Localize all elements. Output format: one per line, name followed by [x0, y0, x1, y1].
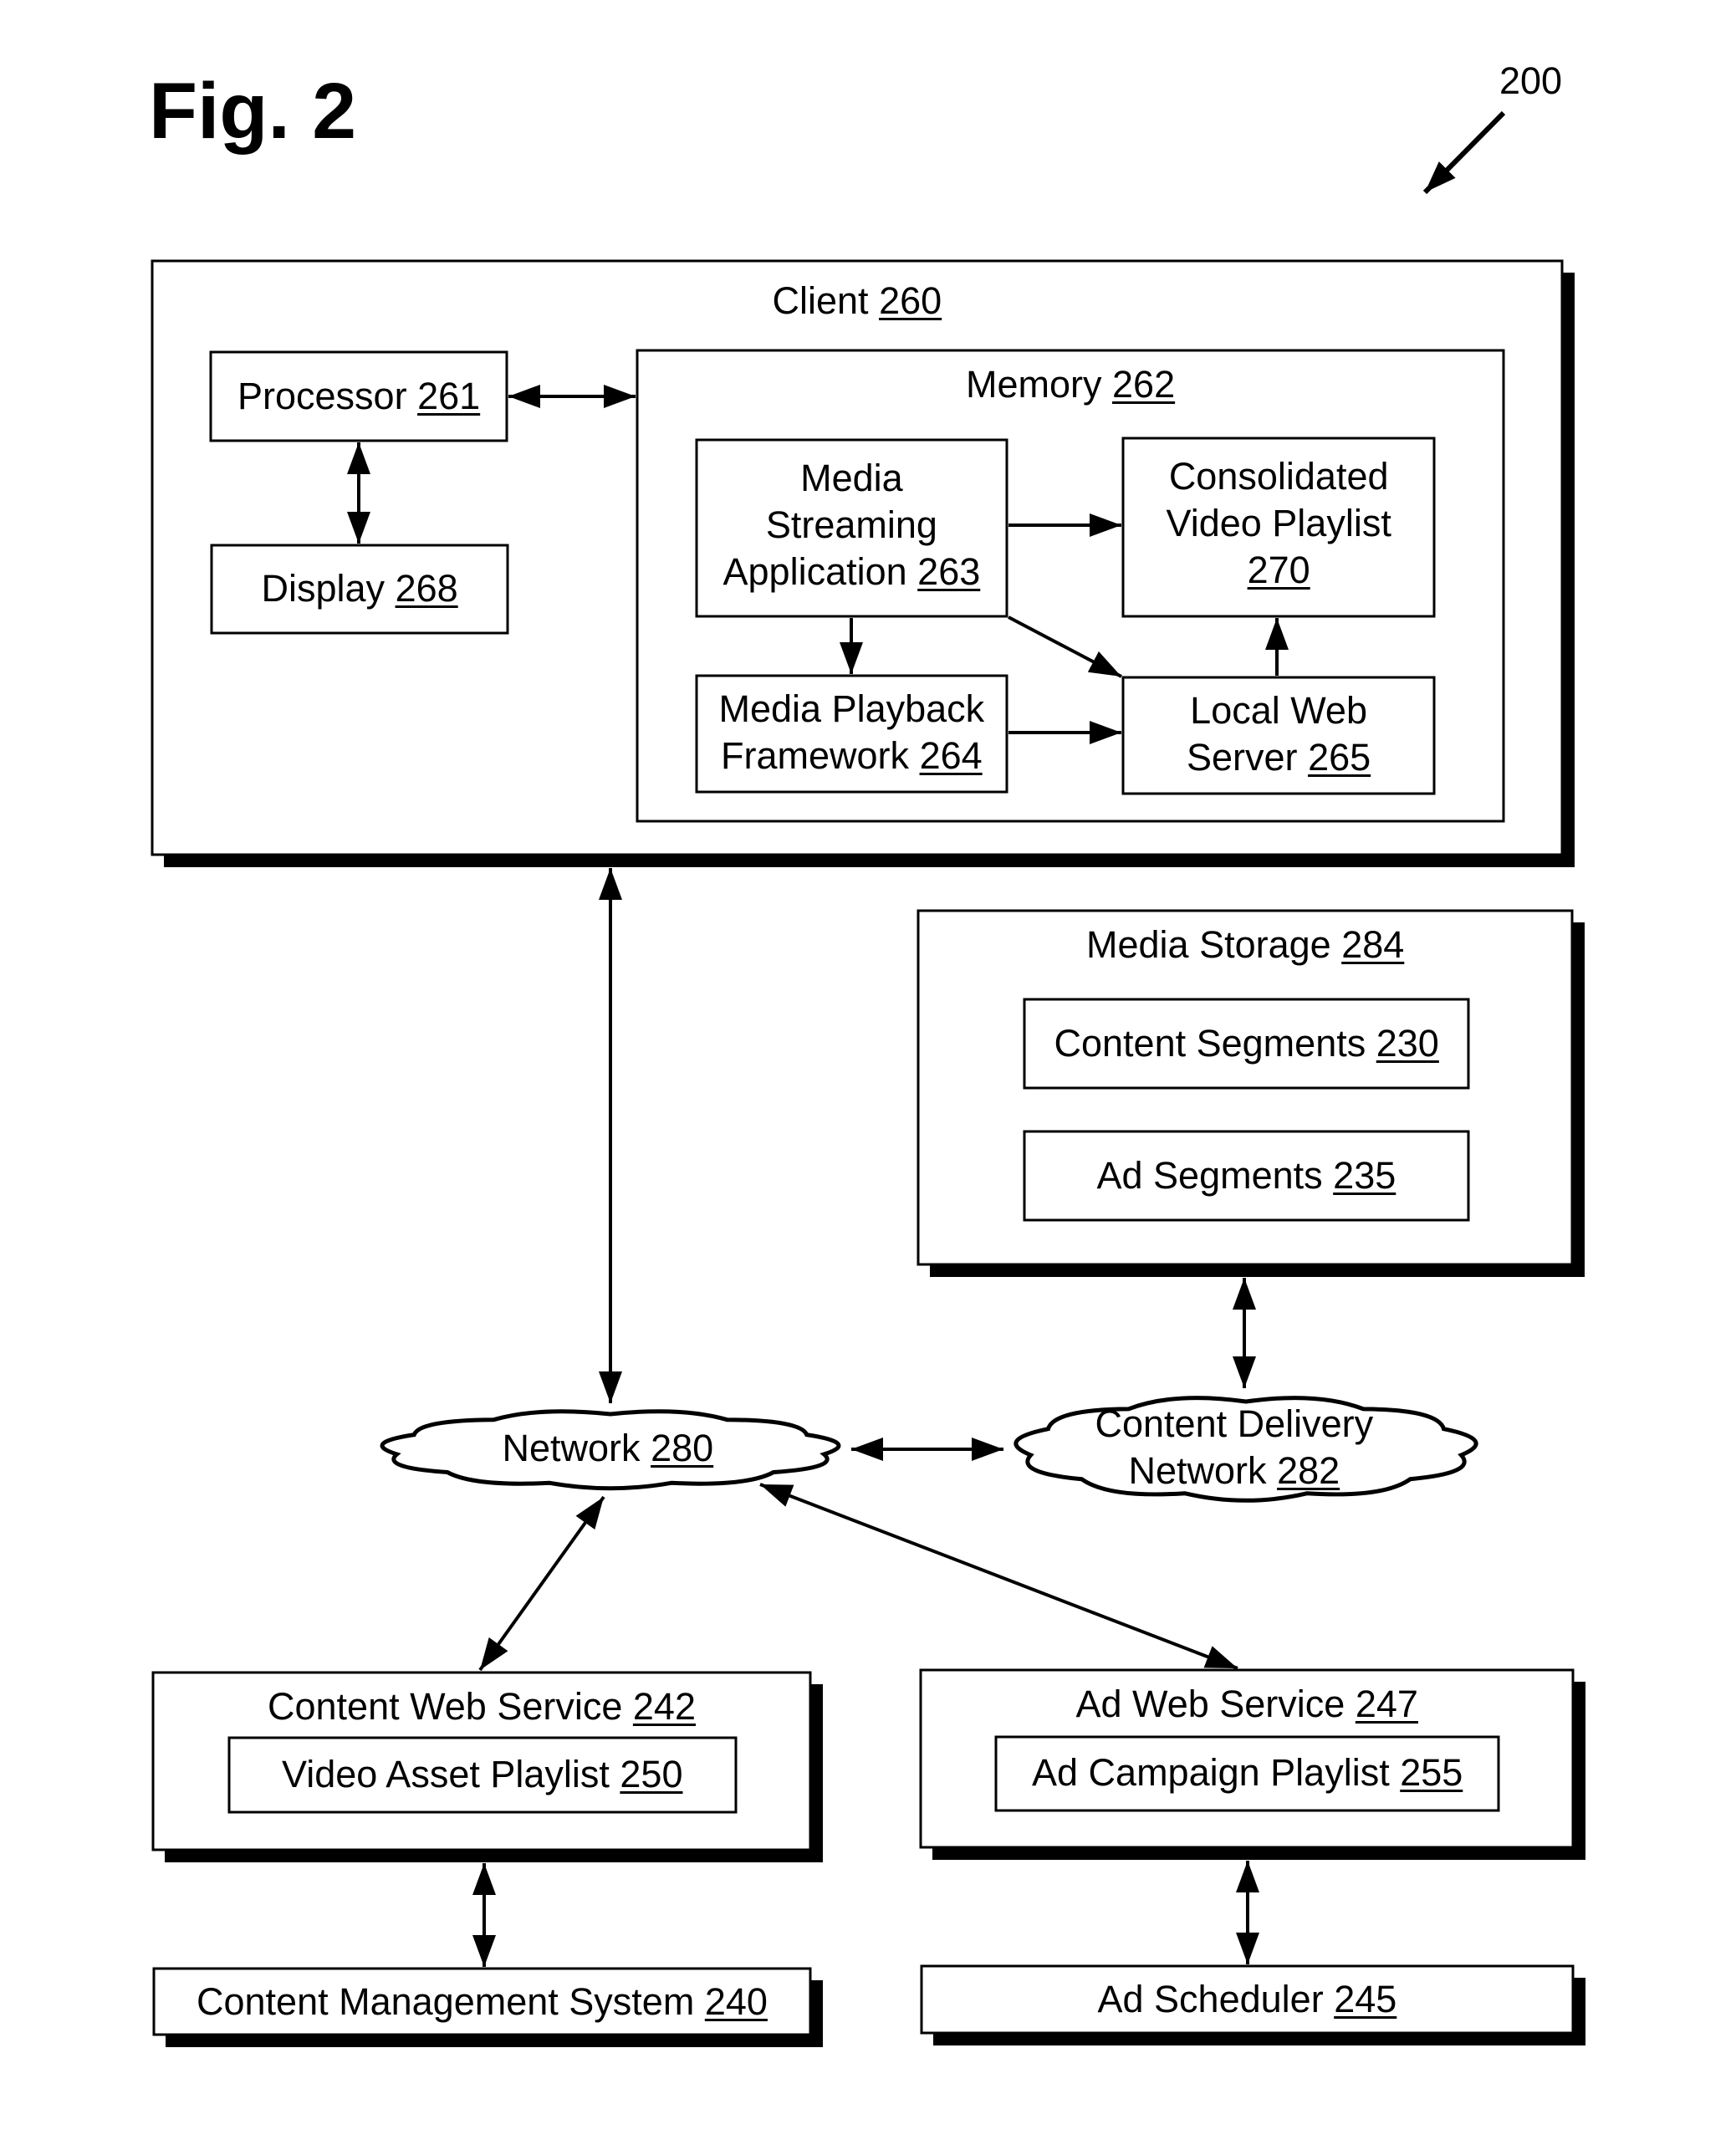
reference-number: 240 — [704, 1980, 768, 2023]
label-text: Ad Scheduler — [1097, 1978, 1324, 2020]
memory-label: Memory 262 — [966, 361, 1175, 408]
content-segments-label: Content Segments 230 — [1054, 1020, 1439, 1067]
reference-number: 280 — [651, 1427, 714, 1469]
label-text: Content Management System — [197, 1980, 695, 2023]
label-text: Network — [1128, 1449, 1267, 1492]
label-text: Ad Web Service — [1075, 1683, 1345, 1725]
box-shadow-right — [1573, 1682, 1585, 1860]
label-text: Application — [722, 550, 907, 593]
cdn-label: Content Delivery Network 282 — [1095, 1401, 1374, 1494]
reference-number: 261 — [417, 375, 481, 417]
label-text: Media Storage — [1086, 923, 1331, 966]
ad-campaign-playlist-label: Ad Campaign Playlist 255 — [1032, 1749, 1463, 1796]
consolidated-playlist-label: Consolidated Video Playlist 270 — [1167, 453, 1391, 594]
label-text: Content Web Service — [268, 1685, 623, 1728]
figure-reference-number: 200 — [1499, 59, 1563, 102]
reference-number: 242 — [632, 1685, 696, 1728]
video-asset-playlist-label: Video Asset Playlist 250 — [282, 1751, 683, 1798]
box-shadow-bottom — [164, 855, 1574, 867]
box-shadow-bottom — [932, 1847, 1585, 1860]
label-text: Ad Campaign Playlist — [1032, 1751, 1390, 1794]
reference-number: 268 — [395, 567, 458, 610]
label-text: Network — [502, 1427, 641, 1469]
figure-pointer-arrow — [1422, 110, 1506, 195]
box-shadow-bottom — [165, 1850, 822, 1862]
box-shadow-bottom — [933, 2033, 1585, 2045]
label-text: Framework — [721, 734, 910, 777]
reference-number: 264 — [919, 734, 983, 777]
reference-number: 235 — [1333, 1154, 1396, 1197]
reference-number: 230 — [1376, 1022, 1439, 1065]
label-text: Ad Segments — [1096, 1154, 1323, 1197]
reference-number: 260 — [879, 279, 942, 322]
box-shadow-right — [810, 1980, 823, 2047]
reference-number: 247 — [1355, 1683, 1418, 1725]
reference-number: 270 — [1247, 549, 1310, 591]
box-shadow-bottom — [930, 1264, 1584, 1277]
reference-number: 255 — [1400, 1751, 1463, 1794]
label-text: Media — [800, 457, 903, 499]
box-shadow-right — [1572, 922, 1585, 1277]
content-management-system-label: Content Management System 240 — [197, 1979, 768, 2025]
ad-scheduler-label: Ad Scheduler 245 — [1098, 1976, 1397, 2023]
reference-number: 282 — [1277, 1449, 1340, 1492]
label-text: Local Web — [1190, 689, 1367, 732]
media-playback-framework-label: Media Playback Framework 264 — [719, 686, 985, 779]
label-text: Consolidated — [1168, 455, 1389, 498]
label-text: Video Asset Playlist — [282, 1753, 610, 1795]
content-web-service-label: Content Web Service 242 — [268, 1683, 696, 1730]
display-label: Display 268 — [262, 565, 458, 612]
label-text: Content Segments — [1054, 1022, 1366, 1065]
reference-number: 262 — [1112, 363, 1176, 406]
label-text: Processor — [237, 375, 407, 417]
network-aws-arrow — [759, 1483, 1238, 1670]
label-text: Memory — [966, 363, 1102, 406]
ad-web-service-label: Ad Web Service 247 — [1076, 1681, 1418, 1728]
reference-number: 284 — [1341, 923, 1405, 966]
media-storage-label: Media Storage 284 — [1086, 922, 1404, 968]
label-text: Display — [261, 567, 385, 610]
ad-segments-label: Ad Segments 235 — [1097, 1152, 1396, 1199]
client-label: Client 260 — [773, 278, 942, 324]
network-cws-arrow — [478, 1495, 605, 1672]
processor-label: Processor 261 — [237, 373, 480, 420]
box-shadow-bottom — [166, 2035, 822, 2047]
local-web-server-label: Local Web Server 265 — [1187, 687, 1371, 781]
label-text: Content Delivery — [1095, 1402, 1374, 1445]
box-shadow-right — [1573, 1978, 1585, 2045]
label-text: Media Playback — [718, 687, 985, 730]
figure-title: Fig. 2 — [149, 67, 357, 156]
label-text: Video Playlist — [1166, 502, 1391, 544]
label-text: Streaming — [765, 503, 937, 546]
label-text: Client — [772, 279, 869, 322]
reference-number: 265 — [1308, 736, 1371, 779]
reference-number: 263 — [917, 550, 981, 593]
reference-number: 250 — [620, 1753, 683, 1795]
reference-number: 245 — [1334, 1978, 1397, 2020]
label-text: Server — [1187, 736, 1298, 779]
box-shadow-right — [1562, 273, 1575, 867]
media-streaming-app-label: Media Streaming Application 263 — [723, 455, 981, 595]
box-shadow-right — [810, 1684, 823, 1862]
network-label: Network 280 — [503, 1425, 714, 1472]
